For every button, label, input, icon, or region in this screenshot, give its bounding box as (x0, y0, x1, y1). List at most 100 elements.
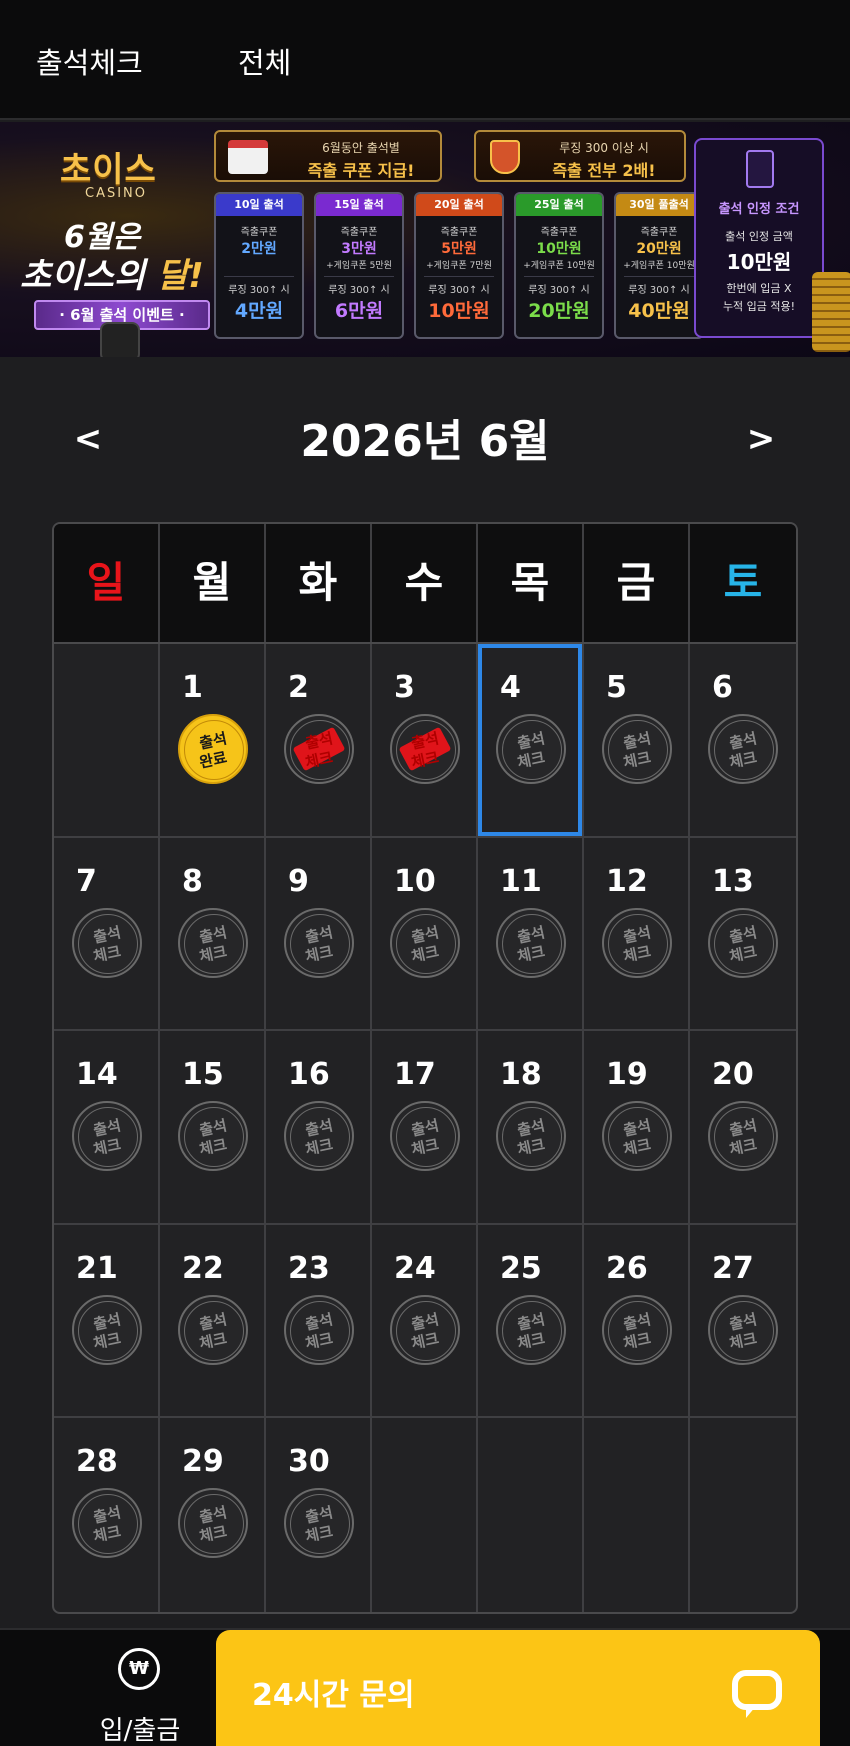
support-label: 24시간 문의 (252, 1678, 415, 1713)
prev-month-button[interactable]: < (63, 414, 113, 464)
calendar-empty-cell (584, 1418, 690, 1612)
tab-all[interactable]: 전체 (238, 40, 291, 82)
attendance-stamp-icon: 출석 체크 (496, 1101, 566, 1172)
weekday-2: 화 (266, 524, 372, 642)
calendar-day-8[interactable]: 8 출석 체크 (160, 837, 266, 1032)
reward-card-head: 10일 출석 (216, 194, 302, 216)
promo-double: 루징 300 이상 시 즉출 전부 2배! (474, 130, 686, 182)
tab-attendance[interactable]: 출석체크 (36, 40, 143, 82)
reward-card-big-amount: 4만원 (234, 300, 284, 322)
calendar-icon (228, 140, 268, 174)
calendar-day-27[interactable]: 27 출석 체크 (690, 1225, 796, 1419)
calendar-day-11[interactable]: 11 출석 체크 (478, 837, 584, 1032)
reward-card-coupon: 즉출쿠폰 (640, 227, 678, 238)
attendance-missed-stamp-icon: 출석 체크 (390, 714, 460, 784)
weekday-6: 토 (723, 558, 763, 607)
attendance-stamp-icon: 출석 체크 (390, 1101, 460, 1172)
calendar-day-25[interactable]: 25 출석 체크 (478, 1224, 584, 1419)
reward-card-amount: 10만원 (536, 241, 582, 257)
day-number: 26 (606, 1250, 648, 1286)
top-header: 출석체크 전체 (0, 0, 850, 120)
day-number: 22 (182, 1250, 224, 1286)
calendar-day-23[interactable]: 23 출석 체크 (266, 1224, 372, 1419)
attendance-stamp-icon: 출석 체크 (708, 907, 778, 978)
calendar-day-28[interactable]: 28 출석 체크 (54, 1418, 160, 1612)
calendar-day-9[interactable]: 9 출석 체크 (266, 837, 372, 1032)
calendar-day-26[interactable]: 26 출석 체크 (584, 1224, 690, 1419)
calendar-day-10[interactable]: 10 출석 체크 (372, 837, 478, 1032)
calendar-day-6[interactable]: 6 출석 체크 (690, 644, 796, 838)
reward-card-amount: 2만원 (241, 241, 277, 257)
calendar-day-21[interactable]: 21 출석 체크 (54, 1224, 160, 1419)
attendance-stamp-icon: 출석 체크 (284, 907, 354, 978)
day-number: 25 (500, 1250, 542, 1286)
calendar-day-29[interactable]: 29 출석 체크 (160, 1418, 266, 1612)
brand-logo-sub: CASINO (85, 186, 148, 201)
calendar-day-4[interactable]: 4 출석 체크 (478, 644, 584, 838)
reward-card-condition: 루징 300↑ 시 (428, 285, 490, 296)
attendance-stamp-icon: 출석 체크 (72, 1488, 142, 1559)
reward-card-amount: 20만원 (636, 241, 682, 257)
attendance-stamp-icon: 출석 체크 (178, 1294, 248, 1365)
calendar-empty-cell (54, 644, 160, 838)
reward-card-bonus: +게임쿠폰 10만원 (523, 261, 595, 271)
support-button[interactable]: 24시간 문의 (216, 1630, 820, 1746)
calendar-day-24[interactable]: 24 출석 체크 (372, 1224, 478, 1419)
calendar-day-16[interactable]: 16 출석 체크 (266, 1031, 372, 1225)
calendar-day-3[interactable]: 3 출석 체크 (372, 644, 478, 838)
weekday-header: 일월화수목금토 (54, 524, 796, 644)
reward-card-bonus (216, 258, 302, 271)
reward-card-divider (324, 276, 394, 277)
day-number: 29 (182, 1444, 224, 1480)
reward-card-amount: 5만원 (441, 241, 477, 257)
attendance-stamp-icon: 출석 체크 (496, 1294, 566, 1365)
calendar-day-22[interactable]: 22 출석 체크 (160, 1224, 266, 1419)
reward-card: 20일 출석 즉출쿠폰 5만원 +게임쿠폰 7만원 루징 300↑ 시 10만원 (414, 192, 504, 339)
reward-card-condition: 루징 300↑ 시 (328, 285, 390, 296)
attendance-stamp-icon: 출석 체크 (72, 1101, 142, 1172)
calendar-day-17[interactable]: 17 출석 체크 (372, 1031, 478, 1225)
banner-title-line2a: 초이스의 (20, 256, 157, 296)
calendar-day-2[interactable]: 2 출석 체크 (266, 644, 372, 838)
day-number: 20 (712, 1057, 754, 1093)
day-number: 3 (394, 670, 415, 705)
attendance-missed-stamp-icon: 출석 체크 (284, 714, 354, 784)
day-number: 14 (76, 1057, 118, 1093)
attendance-stamp-icon: 출석 체크 (708, 714, 778, 784)
promo-coupon-line2: 즉출 쿠폰 지급! (307, 161, 415, 180)
calendar-day-1[interactable]: 1 출석 완료 (160, 644, 266, 838)
month-nav: < 2026년 6월 > (0, 400, 850, 480)
attendance-stamp-icon: 출석 체크 (390, 1294, 460, 1365)
day-number: 19 (606, 1057, 648, 1093)
attendance-stamp-icon: 출석 체크 (708, 1294, 778, 1365)
cond-line1: 출석 인정 금액 (725, 230, 793, 243)
calendar-day-12[interactable]: 12 출석 체크 (584, 837, 690, 1032)
calendar-day-5[interactable]: 5 출석 체크 (584, 644, 690, 838)
banner-title-line2: 초이스의 달! (20, 248, 204, 297)
calendar-day-19[interactable]: 19 출석 체크 (584, 1031, 690, 1225)
cond-title: 출석 인정 조건 (718, 202, 800, 217)
reward-card-head: 30일 풀출석 (616, 194, 702, 216)
attendance-stamp-icon: 출석 체크 (602, 907, 672, 978)
calendar-day-14[interactable]: 14 출석 체크 (54, 1031, 160, 1225)
banner-title-line2b: 달! (156, 256, 204, 296)
promo-double-line1: 루징 300 이상 시 (559, 141, 649, 155)
attendance-stamp-icon: 출석 체크 (708, 1101, 778, 1172)
day-number: 30 (288, 1444, 330, 1480)
day-number: 7 (76, 863, 97, 899)
calendar-day-15[interactable]: 15 출석 체크 (160, 1031, 266, 1225)
calendar-day-30[interactable]: 30 출석 체크 (266, 1418, 372, 1612)
calendar-day-13[interactable]: 13 출석 체크 (690, 838, 796, 1032)
event-banner[interactable]: 초이스 CASINO 6월은 초이스의 달! · 6월 출석 이벤트 · 6월동… (0, 122, 850, 357)
next-month-button[interactable]: > (736, 414, 786, 464)
calendar-day-7[interactable]: 7 출석 체크 (54, 837, 160, 1032)
weekday-4: 목 (478, 524, 584, 642)
deposit-withdraw-button[interactable]: ₩ 입/출금 (60, 1640, 220, 1746)
month-title: 2026년 6월 (300, 416, 550, 467)
today-highlight (478, 644, 582, 836)
cond-amount: 10만원 (726, 250, 792, 274)
calendar-day-20[interactable]: 20 출석 체크 (690, 1031, 796, 1225)
attendance-stamp-icon: 출석 체크 (284, 1488, 354, 1559)
calendar-day-18[interactable]: 18 출석 체크 (478, 1031, 584, 1225)
day-number: 1 (182, 670, 203, 705)
